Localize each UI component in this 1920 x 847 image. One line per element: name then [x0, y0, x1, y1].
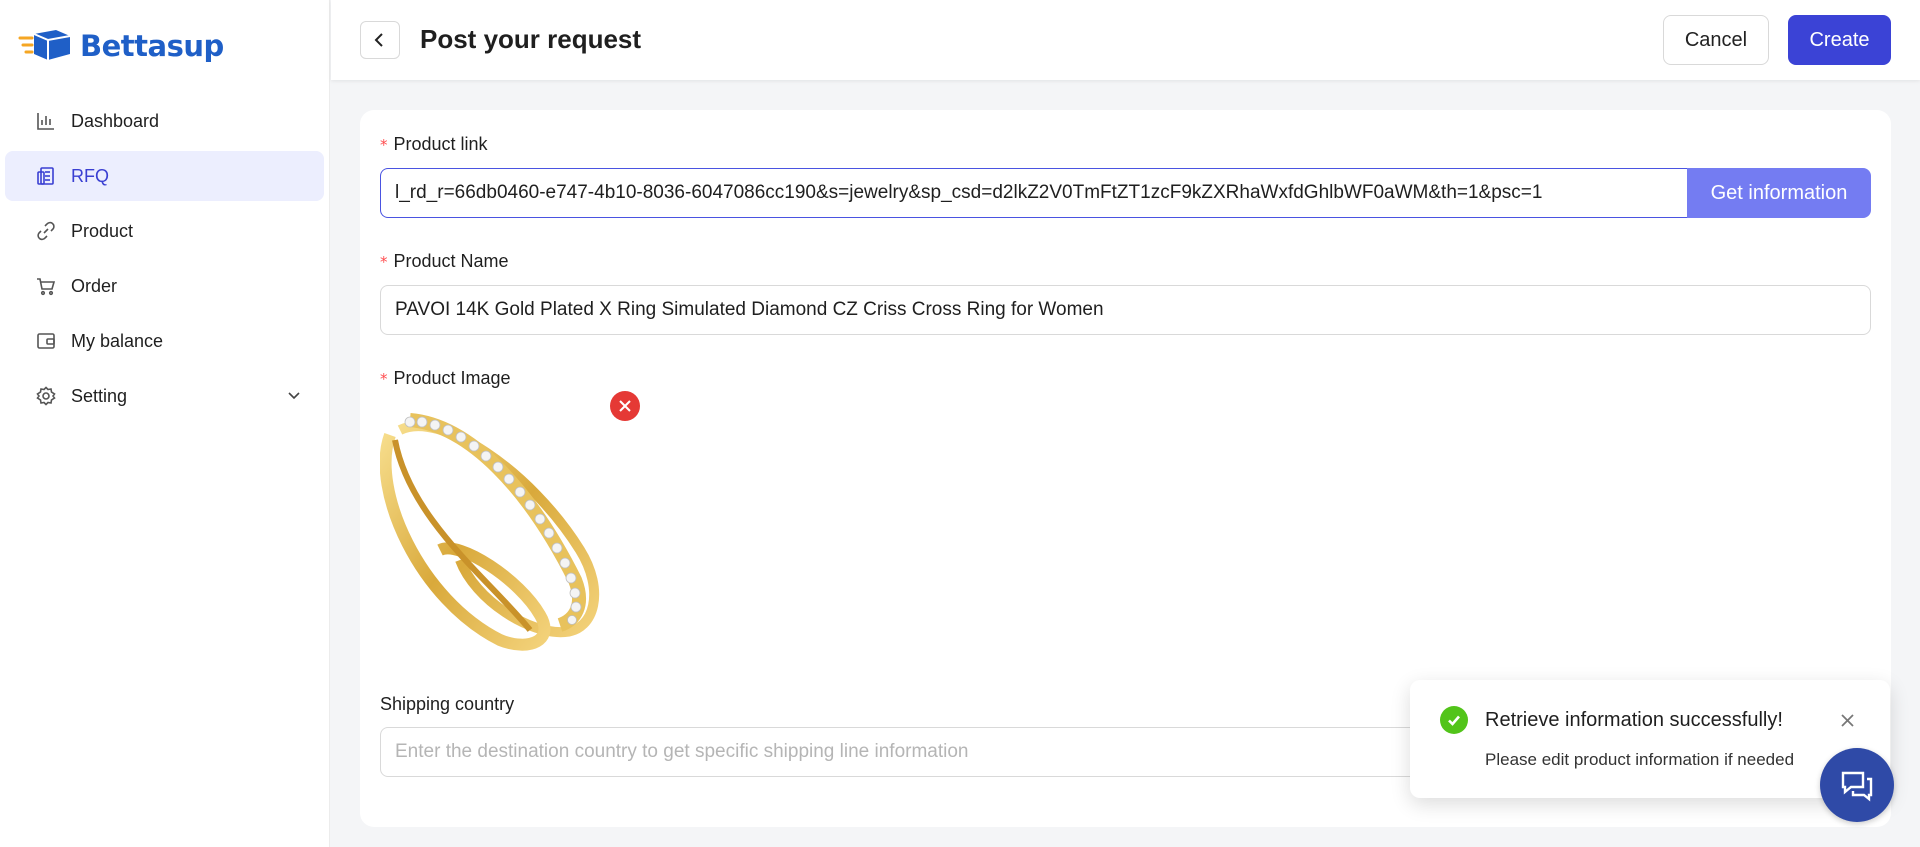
notification-message: Please edit product information if neede…: [1485, 750, 1795, 769]
sidebar: Bettasup Dashboard RFQ Product Order My …: [0, 0, 330, 847]
sidebar-item-rfq[interactable]: RFQ: [5, 151, 324, 201]
success-notification: Retrieve information successfully! Pleas…: [1410, 680, 1890, 798]
product-image-label: * Product Image: [380, 368, 511, 389]
close-icon: [619, 400, 631, 412]
close-icon: [1840, 713, 1854, 727]
chevron-left-icon: [374, 33, 383, 47]
chat-support-button[interactable]: [1820, 748, 1894, 822]
wallet-icon: [35, 330, 57, 352]
sidebar-nav: Dashboard RFQ Product Order My balance S…: [5, 96, 324, 426]
sidebar-item-label: Setting: [71, 385, 128, 406]
back-button[interactable]: [360, 21, 400, 59]
product-image-label-text: Product Image: [393, 368, 511, 388]
sidebar-item-my-balance[interactable]: My balance: [5, 316, 324, 366]
shipping-country-label: Shipping country: [380, 694, 515, 714]
sidebar-item-dashboard[interactable]: Dashboard: [5, 96, 324, 146]
sidebar-item-setting[interactable]: Setting: [5, 371, 324, 421]
sidebar-item-label: Product: [71, 220, 134, 241]
sidebar-item-label: Dashboard: [71, 110, 160, 131]
page-header: Post your request Cancel Create: [331, 0, 1920, 80]
gear-icon: [35, 385, 57, 407]
cancel-button[interactable]: Cancel: [1663, 15, 1769, 65]
create-button[interactable]: Create: [1788, 15, 1891, 65]
cart-icon: [35, 275, 57, 297]
product-link-group: Get information: [380, 168, 1871, 218]
product-name-label-text: Product Name: [393, 251, 509, 271]
required-asterisk: *: [380, 136, 388, 154]
sidebar-item-label: RFQ: [71, 165, 109, 186]
product-name-label: * Product Name: [380, 251, 509, 272]
brand-name: Bettasup: [80, 29, 224, 63]
sidebar-item-order[interactable]: Order: [5, 261, 324, 311]
get-information-button[interactable]: Get information: [1687, 168, 1871, 218]
sidebar-item-label: Order: [71, 275, 118, 296]
remove-image-button[interactable]: [610, 391, 640, 421]
link-icon: [35, 220, 57, 242]
chat-icon: [1841, 771, 1873, 802]
brand-logo[interactable]: Bettasup: [18, 24, 224, 68]
product-link-input[interactable]: [380, 168, 1687, 218]
sidebar-item-product[interactable]: Product: [5, 206, 324, 256]
product-name-input[interactable]: [380, 285, 1871, 335]
notification-close-button[interactable]: [1837, 710, 1857, 730]
product-link-label-text: Product link: [393, 134, 488, 154]
product-image: [380, 413, 600, 651]
chevron-down-icon[interactable]: [286, 387, 304, 405]
sidebar-item-label: My balance: [71, 330, 164, 351]
page-title: Post your request: [420, 24, 642, 54]
product-link-label: * Product link: [380, 134, 488, 155]
logo-icon: [18, 30, 71, 60]
notification-title: Retrieve information successfully!: [1485, 709, 1783, 731]
required-asterisk: *: [380, 253, 388, 271]
success-check-icon: [1440, 706, 1468, 734]
rfq-icon: [35, 165, 57, 187]
required-asterisk: *: [380, 370, 388, 388]
bar-chart-icon: [35, 110, 57, 132]
